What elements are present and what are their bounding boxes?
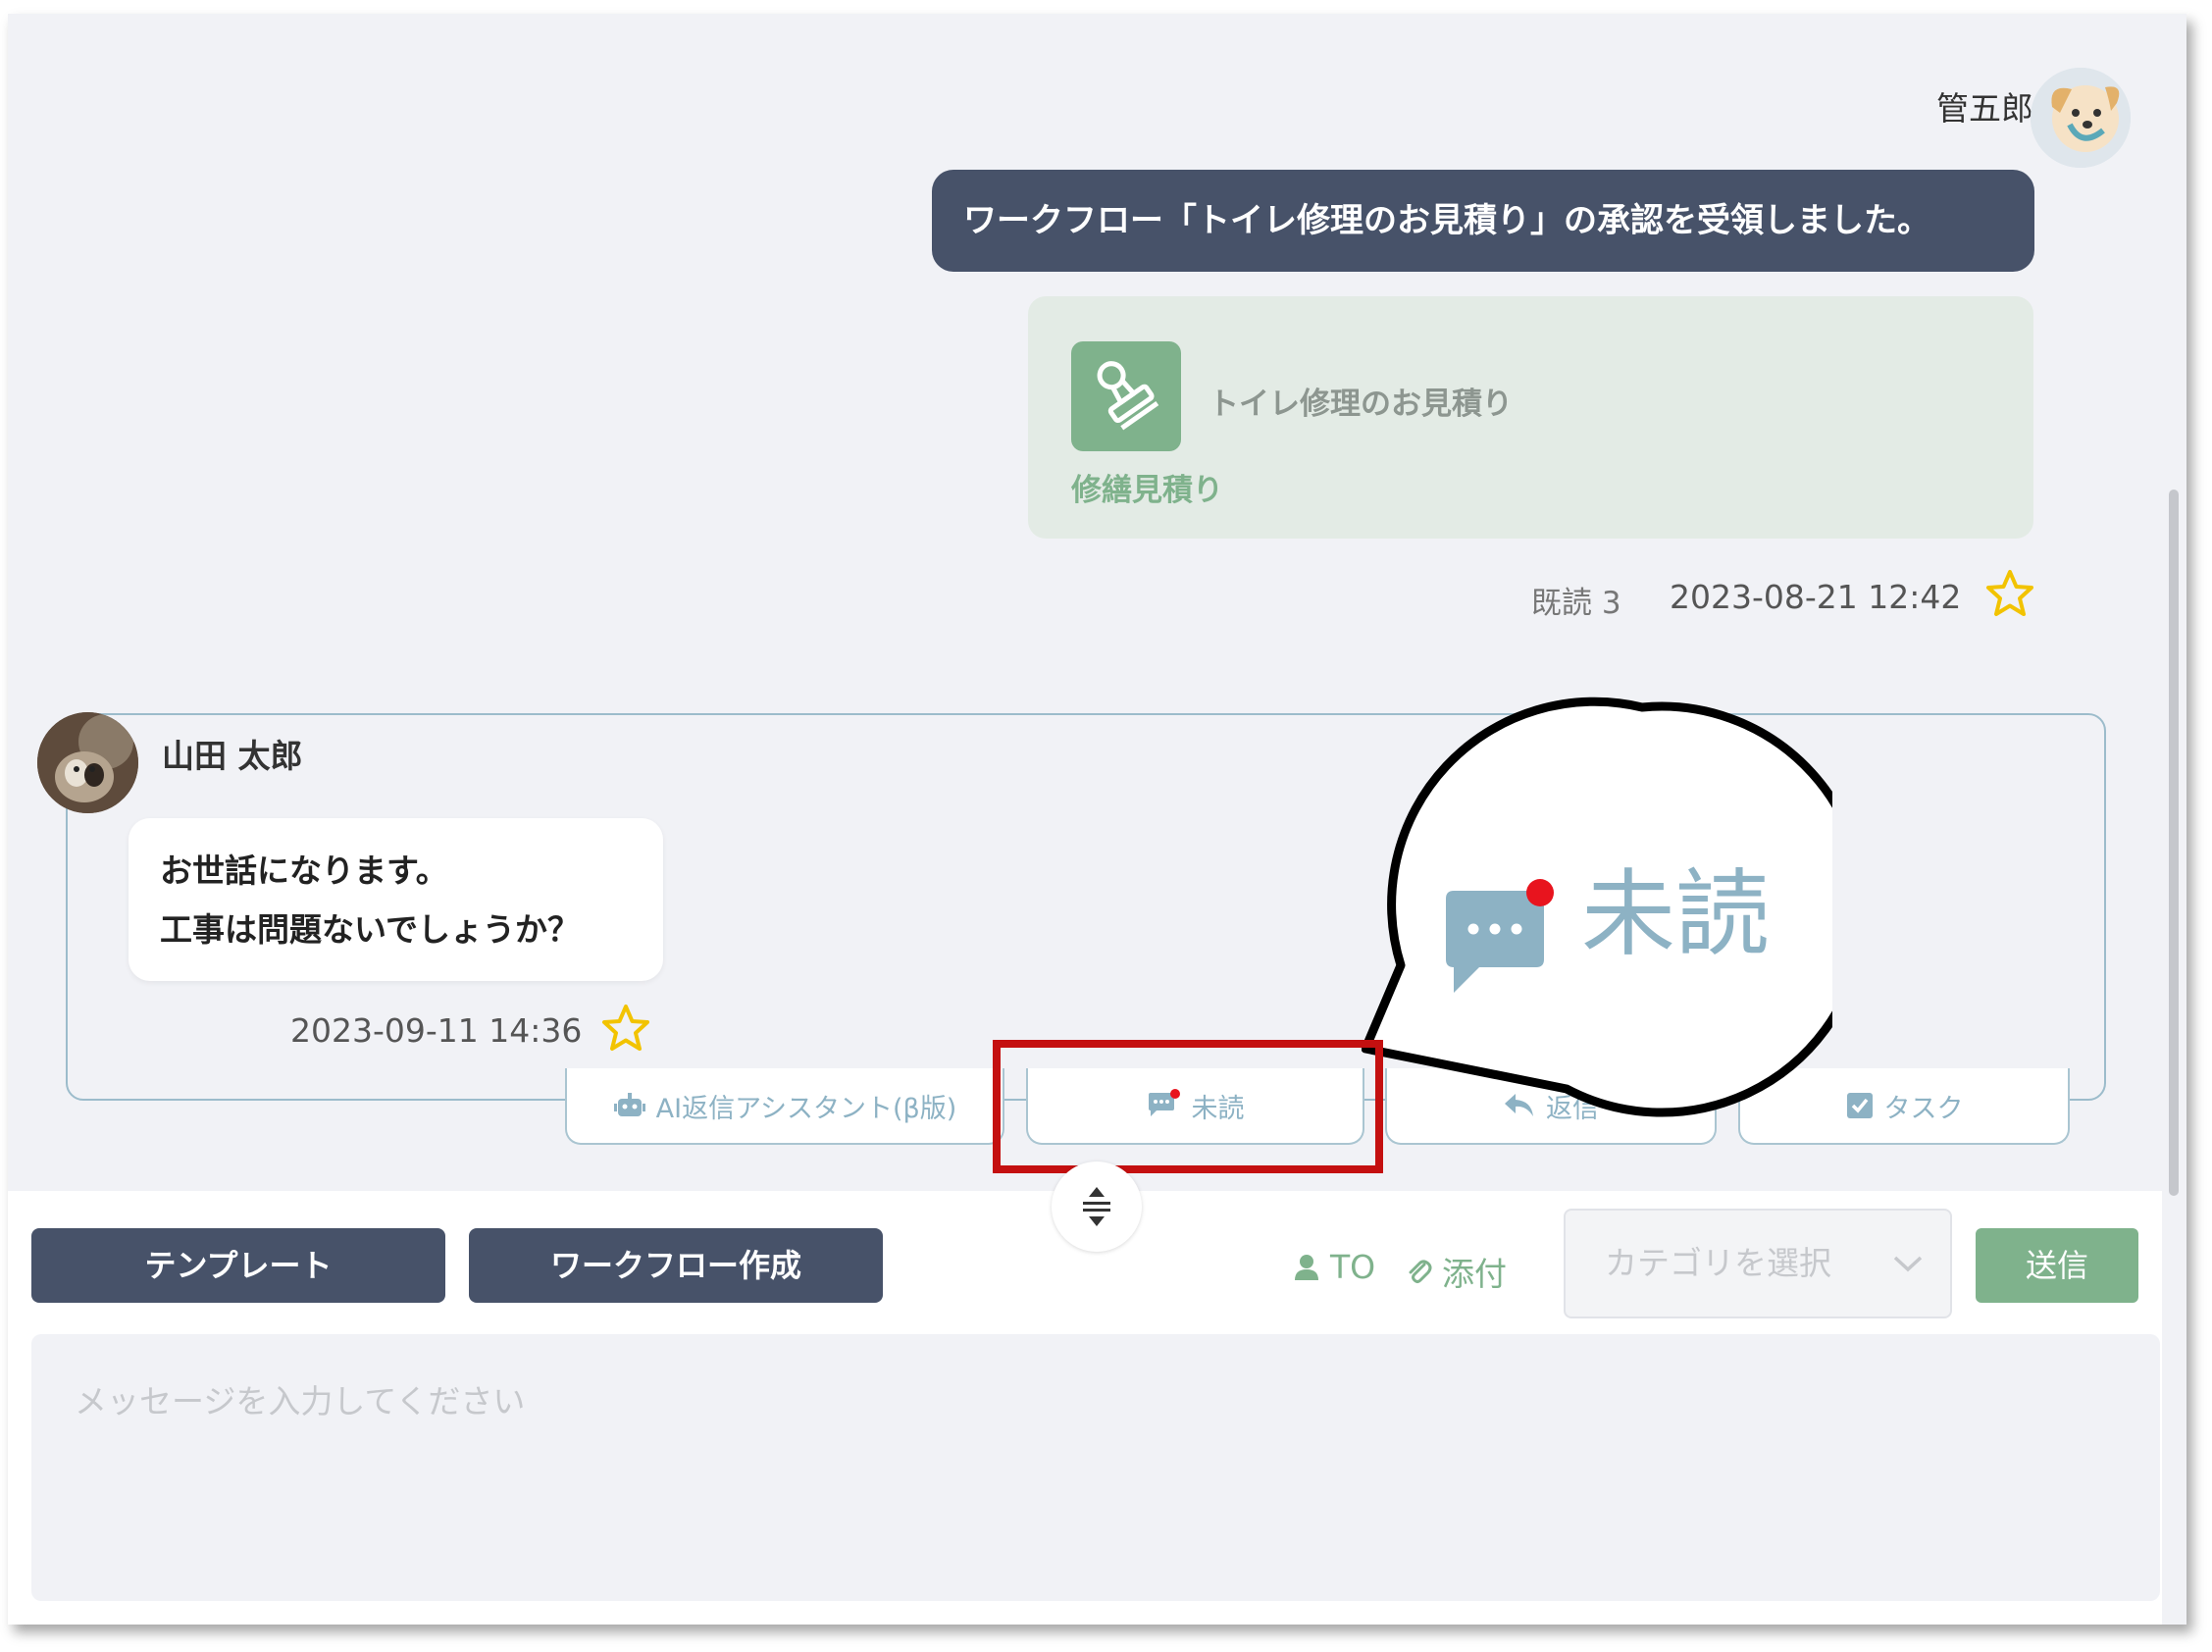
chat-window: 管五郎 ワークフロー「トイレ修理のお見積り」の承認を受領しました。 トイレ修理の… [8,14,2186,1625]
message-timestamp: 2023-09-11 14:36 [290,1011,583,1050]
sender-name: 管五郎 [1936,89,2033,128]
message-line: お世話になります。 [160,852,448,890]
workflow-title: トイレ修理のお見積り [1209,387,1513,422]
resize-handle[interactable] [1052,1162,1142,1252]
dog-avatar-icon [2031,68,2131,168]
avatar[interactable] [37,712,138,813]
scrollbar-thumb[interactable] [2169,490,2179,1196]
cat-avatar-icon [37,712,138,813]
incoming-message-bubble: お世話になります。 工事は問題ないでしょうか？ [129,818,663,981]
checkbox-icon [1846,1093,1873,1118]
to-button[interactable]: TO [1293,1248,1375,1286]
workflow-type: 修繕見積り [1071,473,1223,508]
highlight-box [993,1040,1383,1173]
ai-reply-assistant-button[interactable]: AI返信アシスタント(β版) [565,1068,1004,1145]
user-icon [1295,1254,1318,1280]
robot-icon [613,1093,645,1116]
attach-label: 添付 [1442,1255,1507,1293]
message-input[interactable] [31,1334,2160,1601]
resize-arrows-icon [1083,1187,1110,1226]
chevron-down-icon [1893,1256,1923,1272]
read-count[interactable]: 既読 3 [1531,578,1621,622]
task-label: タスク [1883,1093,1964,1124]
stamp-icon [1071,341,1181,451]
outgoing-message-bubble: ワークフロー「トイレ修理のお見積り」の承認を受領しました。 [932,170,2034,272]
create-workflow-button[interactable]: ワークフロー作成 [469,1228,883,1303]
send-button[interactable]: 送信 [1976,1228,2138,1303]
star-icon[interactable] [600,1003,651,1054]
star-icon[interactable] [1984,568,2035,619]
paperclip-icon [1409,1260,1432,1283]
ai-reply-label: AI返信アシスタント(β版) [655,1093,957,1124]
attach-button[interactable]: 添付 [1405,1248,1507,1295]
workflow-card[interactable]: トイレ修理のお見積り 修繕見積り [1028,296,2033,539]
to-label: TO [1330,1248,1376,1286]
sender-name: 山田 太郎 [162,737,303,775]
message-timestamp: 2023-08-21 12:42 [1670,578,1962,616]
avatar[interactable] [2031,68,2131,168]
message-line: 工事は問題ないでしょうか？ [160,910,581,949]
callout-label: 未読 [1581,859,1770,969]
template-button[interactable]: テンプレート [31,1228,445,1303]
